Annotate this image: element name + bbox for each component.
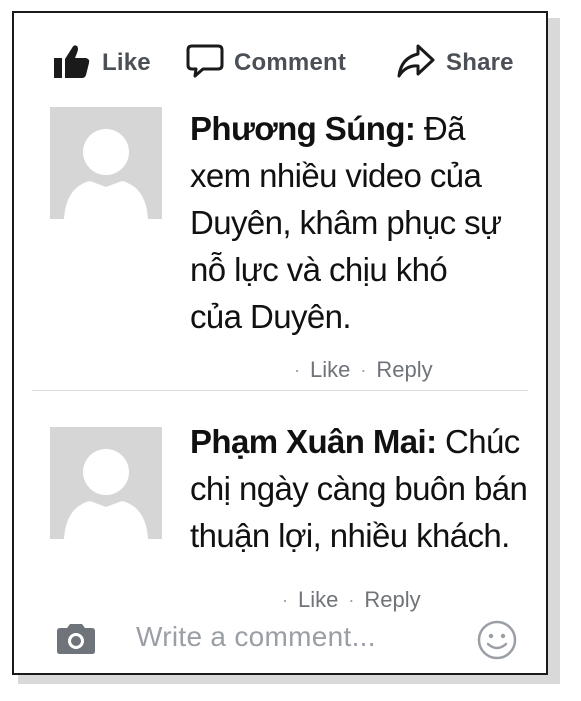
comment-card: Like Comment Share Phương Súng: Đã xem n… xyxy=(12,11,548,675)
separator-dot: · xyxy=(294,359,300,380)
like-label: Like xyxy=(102,49,151,76)
comment-text-line: của Duyên. xyxy=(190,298,352,335)
separator-dot: · xyxy=(348,589,355,610)
comment-input[interactable]: Write a comment... xyxy=(136,621,376,653)
like-button[interactable]: Like xyxy=(52,43,151,83)
share-label: Share xyxy=(446,49,514,76)
comment-like-link[interactable]: Like xyxy=(298,587,338,613)
comment-text-line: nỗ lực và chịu khó xyxy=(190,251,448,288)
action-bar: Like Comment Share xyxy=(14,43,546,83)
comment-divider xyxy=(32,390,528,391)
smiley-icon[interactable] xyxy=(476,619,518,666)
separator-dot: · xyxy=(360,359,367,380)
comment-text-line: chị ngày càng buôn bán xyxy=(190,470,528,507)
comment-reply-link[interactable]: Reply xyxy=(364,587,420,613)
comment-author[interactable]: Phương Súng: xyxy=(190,110,416,147)
comment-reply-link[interactable]: Reply xyxy=(376,357,432,383)
comment-line: Phương Súng: Đã xyxy=(190,105,502,152)
share-arrow-icon xyxy=(396,43,436,84)
comment-meta: · Like · Reply xyxy=(284,357,433,383)
comment-text-line: thuận lợi, nhiều khách. xyxy=(190,517,510,554)
camera-icon[interactable] xyxy=(54,623,98,660)
comment-body: Phương Súng: Đã xem nhiều video của Duyê… xyxy=(190,105,502,340)
comment-line: Phạm Xuân Mai: Chúc xyxy=(190,418,527,465)
comment-button[interactable]: Comment xyxy=(186,43,346,83)
comment-composer: Write a comment... xyxy=(54,615,524,665)
comment-meta: · Like · Reply xyxy=(272,587,421,613)
comment-bubble-icon xyxy=(186,43,224,84)
thumbs-up-icon xyxy=(52,43,92,84)
comment-text-line: Đã xyxy=(415,110,466,147)
comment-body: Phạm Xuân Mai: Chúc chị ngày càng buôn b… xyxy=(190,418,528,559)
comment-like-link[interactable]: Like xyxy=(310,357,350,383)
comment-text-line: xem nhiều video của xyxy=(190,157,482,194)
comment-text-line: Duyên, khâm phục sự xyxy=(190,204,502,241)
comment-text-line: Chúc xyxy=(436,423,520,460)
separator-dot: · xyxy=(282,589,288,610)
avatar[interactable] xyxy=(50,427,162,539)
comment-author[interactable]: Phạm Xuân Mai: xyxy=(190,423,437,460)
share-button[interactable]: Share xyxy=(396,43,514,83)
avatar[interactable] xyxy=(50,107,162,219)
comment-label: Comment xyxy=(234,49,347,76)
